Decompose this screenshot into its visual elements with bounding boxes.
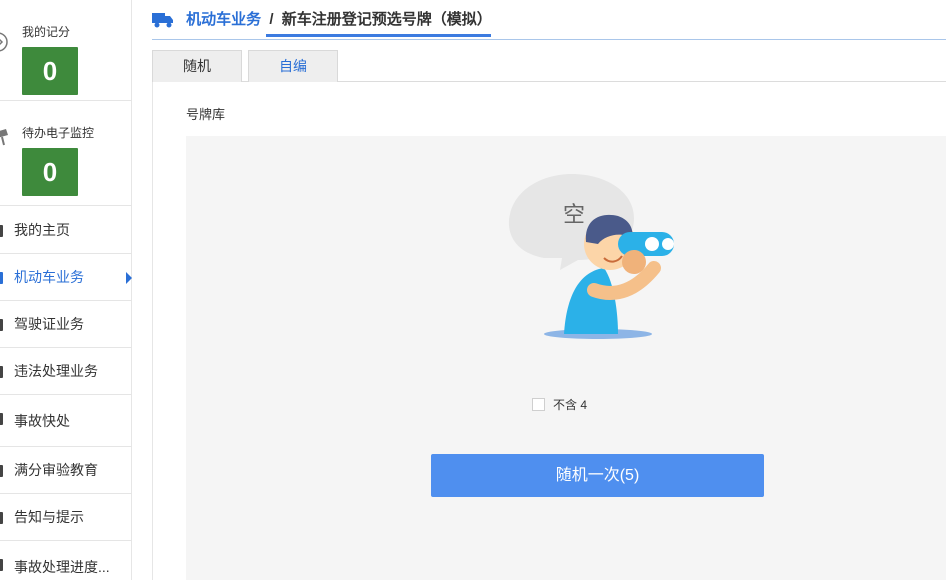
tab-random[interactable]: 随机 (152, 50, 242, 82)
sidebar-item-label: 满分审验教育 (14, 462, 98, 478)
sidebar-item-label: 机动车业务 (14, 269, 84, 285)
sidebar-item-education[interactable]: 满分审验教育 (0, 447, 132, 494)
pending-monitoring-card[interactable]: 待办电子监控 0 (0, 105, 132, 206)
plate-library-area: 空 不含 4 随机一次(5) (186, 136, 946, 580)
main-panel: 号牌库 空 不含 4 随机一次(5) (152, 82, 946, 580)
camera-icon (0, 129, 8, 146)
sidebar-item-label: 驾驶证业务 (14, 316, 84, 332)
page-header: 机动车业务 / 新车注册登记预选号牌（模拟） (152, 0, 946, 40)
breadcrumb-separator: / (269, 11, 274, 28)
sidebar-item-label: 违法处理业务 (14, 363, 98, 379)
empty-bubble-text: 空 (563, 203, 585, 228)
progress-icon (0, 559, 3, 571)
exclude-four-checkbox[interactable] (532, 398, 545, 411)
title-underline (266, 34, 491, 37)
sidebar-nav: 我的主页 机动车业务 驾驶证业务 违法处理业务 事故快处 满分审验教育 告知与提… (0, 207, 132, 580)
page-title: 新车注册登记预选号牌（模拟） (281, 11, 492, 28)
plate-library-label: 号牌库 (186, 107, 226, 122)
sidebar-item-license[interactable]: 驾驶证业务 (0, 301, 132, 348)
sidebar-item-home[interactable]: 我的主页 (0, 207, 132, 254)
sidebar-item-label: 事故处理进度... (14, 559, 110, 575)
tab-custom[interactable]: 自编 (248, 50, 338, 82)
license-icon (0, 319, 3, 331)
sidebar-item-label: 告知与提示 (14, 509, 84, 525)
pending-monitoring-value[interactable]: 0 (22, 148, 78, 196)
accident-icon (0, 413, 3, 425)
pending-monitoring-label: 待办电子监控 (22, 126, 95, 140)
notice-icon (0, 512, 3, 524)
education-icon (0, 465, 3, 477)
sidebar-item-notice[interactable]: 告知与提示 (0, 494, 132, 541)
empty-state-illustration: 空 (508, 174, 674, 339)
sidebar-item-progress[interactable]: 事故处理进度... (0, 541, 132, 580)
random-once-button[interactable]: 随机一次(5) (431, 454, 764, 497)
sidebar-item-vehicle[interactable]: 机动车业务 (0, 254, 132, 301)
violation-icon (0, 366, 3, 378)
exclude-four-option[interactable]: 不含 4 (532, 398, 587, 412)
sidebar-item-label: 事故快处 (14, 413, 70, 429)
truck-icon (152, 13, 173, 28)
my-points-label: 我的记分 (22, 25, 71, 39)
sidebar-item-violation[interactable]: 违法处理业务 (0, 348, 132, 395)
home-icon (0, 225, 3, 237)
sidebar-item-label: 我的主页 (14, 222, 70, 238)
vehicle-icon (0, 272, 3, 284)
sidebar-item-accident[interactable]: 事故快处 (0, 395, 132, 447)
my-points-card[interactable]: 我的记分 0 (0, 0, 132, 101)
my-points-value[interactable]: 0 (22, 47, 78, 95)
caret-right-icon (126, 272, 132, 284)
tab-bar: 随机 自编 (152, 50, 946, 82)
breadcrumb-section[interactable]: 机动车业务 (186, 11, 261, 28)
exclude-four-label: 不含 4 (553, 398, 588, 412)
score-badge-icon (0, 32, 8, 52)
sidebar: 我的记分 0 待办电子监控 0 我的主页 机动车业务 驾驶证业务 违法处理业务 (0, 0, 132, 580)
